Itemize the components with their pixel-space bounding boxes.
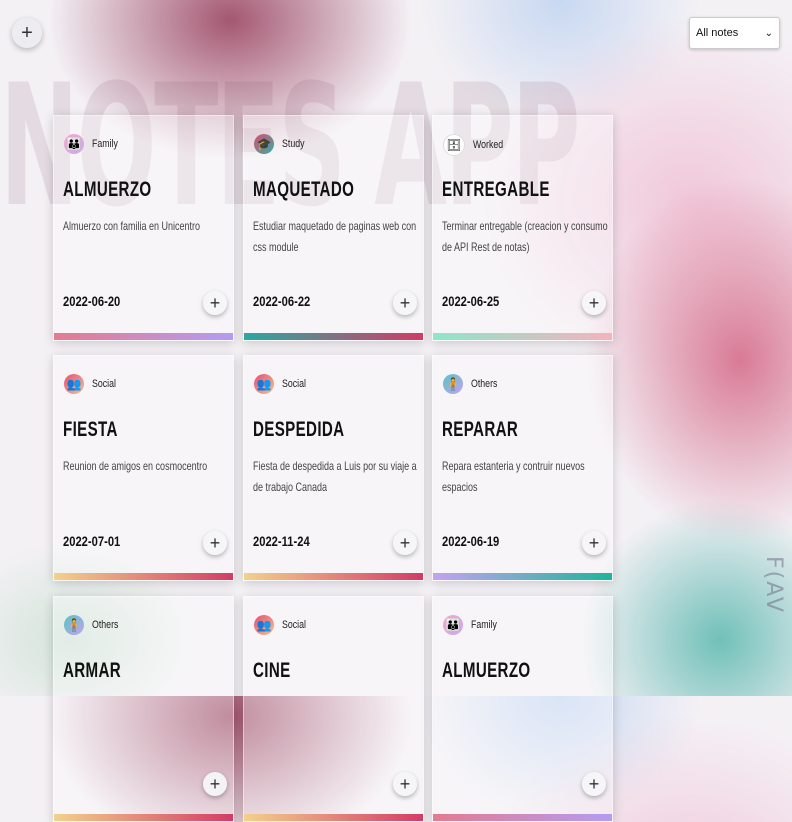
add-note-button[interactable]: + — [12, 18, 42, 48]
note-category: 🧍 Others — [64, 615, 125, 635]
note-date: 2022-11-24 — [253, 533, 310, 549]
plus-icon: + — [21, 21, 33, 44]
note-date: 2022-07-01 — [63, 533, 121, 549]
note-description: Almuerzo con familia en Unicentro — [63, 219, 201, 233]
chevron-down-icon: ⌄ — [764, 27, 773, 39]
family-category-icon: 👪 — [64, 134, 84, 154]
note-expand-button[interactable]: + — [582, 291, 606, 315]
family-category-icon: 👪 — [443, 615, 463, 635]
note-date: 2022-06-19 — [442, 533, 500, 549]
note-expand-button[interactable]: + — [582, 772, 606, 796]
note-category-label: Worked — [473, 139, 504, 151]
note-category-label: Social — [282, 378, 306, 390]
note-title: ENTREGABLE — [442, 178, 550, 201]
note-category: 🗄 Worked — [443, 134, 511, 156]
note-category-bar — [244, 333, 423, 340]
note-category-bar — [433, 573, 612, 580]
note-title: ALMUERZO — [442, 659, 531, 682]
note-category-bar — [244, 814, 423, 821]
study-category-icon: 🎓 — [254, 134, 274, 154]
worked-category-icon: 🗄 — [443, 134, 465, 156]
note-description: Terminar entregable (creacion y consumo … — [442, 219, 608, 254]
note-category: 🎓 Study — [254, 134, 310, 154]
social-category-icon: 👥 — [64, 374, 84, 394]
note-category-label: Family — [92, 138, 118, 150]
note-expand-button[interactable]: + — [203, 291, 227, 315]
note-description: Fiesta de despedida a Luis por su viaje … — [253, 459, 417, 494]
note-category-bar — [54, 333, 233, 340]
note-card[interactable]: 🧍 Others ARMAR + — [53, 596, 234, 822]
note-card[interactable]: 🎓 Study MAQUETADO Estudiar maquetado de pag… — [243, 115, 424, 341]
note-category-bar — [244, 573, 423, 580]
note-date: 2022-06-25 — [442, 293, 500, 309]
note-category-label: Others — [471, 378, 498, 390]
note-expand-button[interactable]: + — [582, 531, 606, 555]
note-category-label: Study — [282, 138, 305, 150]
note-title: ALMUERZO — [63, 178, 152, 201]
note-expand-button[interactable]: + — [393, 291, 417, 315]
note-description: Estudiar maquetado de paginas web con cs… — [253, 219, 417, 254]
note-description: Reunion de amigos en cosmocentro — [63, 459, 208, 473]
note-card[interactable]: 👪 Family ALMUERZO + — [432, 596, 613, 822]
note-expand-button[interactable]: + — [393, 772, 417, 796]
note-card[interactable]: 👥 Social CINE + — [243, 596, 424, 822]
note-card[interactable]: 🧍 Others REPARAR Repara estanteria y contru… — [432, 355, 613, 581]
note-category-label: Social — [92, 378, 116, 390]
note-category-label: Others — [92, 619, 119, 631]
note-category: 👥 Social — [254, 374, 312, 394]
note-category-bar — [433, 333, 612, 340]
note-category-label: Social — [282, 619, 306, 631]
social-category-icon: 👥 — [254, 615, 274, 635]
note-card[interactable]: 👪 Family ALMUERZO Almuerzo con familia en U… — [53, 115, 234, 341]
filter-selected-value: All notes — [696, 27, 739, 39]
others-category-icon: 🧍 — [443, 374, 463, 394]
note-card[interactable]: 👥 Social FIESTA Reunion de amigos en cosmoc… — [53, 355, 234, 581]
note-expand-button[interactable]: + — [203, 772, 227, 796]
note-card[interactable]: 🗄 Worked ENTREGABLE Terminar entregable (cr… — [432, 115, 613, 341]
note-category-label: Family — [471, 619, 497, 631]
note-title: DESPEDIDA — [253, 418, 345, 441]
note-category: 🧍 Others — [443, 374, 504, 394]
note-category-bar — [54, 814, 233, 821]
note-description: Repara estanteria y contruir nuevos espa… — [442, 459, 585, 494]
note-category: 👥 Social — [64, 374, 122, 394]
note-card[interactable]: 👥 Social DESPEDIDA Fiesta de despedida a Lu… — [243, 355, 424, 581]
note-category-bar — [433, 814, 612, 821]
note-category-bar — [54, 573, 233, 580]
note-title: ARMAR — [63, 659, 122, 682]
note-title: MAQUETADO — [253, 178, 355, 201]
note-category: 👪 Family — [64, 134, 124, 154]
others-category-icon: 🧍 — [64, 615, 84, 635]
note-category: 👥 Social — [254, 615, 312, 635]
note-category: 👪 Family — [443, 615, 503, 635]
category-filter-select[interactable]: All notes ⌄ — [689, 17, 780, 49]
note-date: 2022-06-22 — [253, 293, 311, 309]
note-title: CINE — [253, 659, 291, 682]
note-title: REPARAR — [442, 418, 519, 441]
note-title: FIESTA — [63, 418, 118, 441]
note-expand-button[interactable]: + — [203, 531, 227, 555]
note-date: 2022-06-20 — [63, 293, 121, 309]
side-logo: F(AV — [761, 556, 786, 614]
note-expand-button[interactable]: + — [393, 531, 417, 555]
social-category-icon: 👥 — [254, 374, 274, 394]
